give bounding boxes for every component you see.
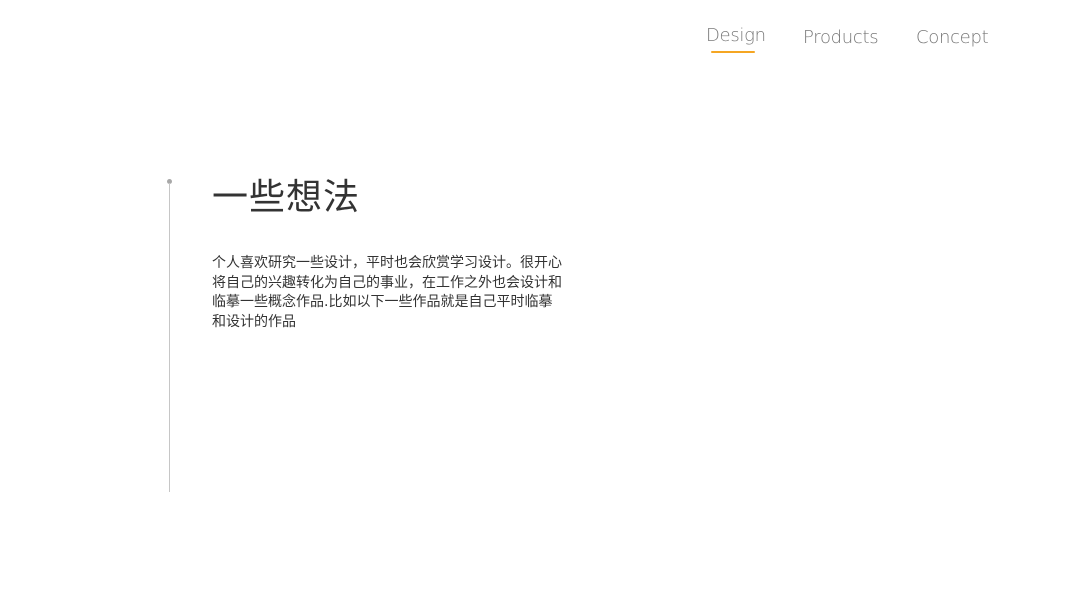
description-line: 临摹一些概念作品.比如以下一些作品就是自己平时临摹: [212, 294, 553, 311]
section-title: 一些想法: [212, 177, 361, 218]
description-line: 将自己的兴趣转化为自己的事业，在工作之外也会设计和: [212, 274, 562, 291]
nav-item-concept[interactable]: Concept: [916, 26, 989, 50]
timeline-line: [169, 183, 170, 492]
section-description: 个人喜欢研究一些设计，平时也会欣赏学习设计。很开心 将自己的兴趣转化为自己的事业…: [212, 254, 576, 332]
nav-item-design[interactable]: Design: [706, 24, 766, 48]
description-line: 个人喜欢研究一些设计，平时也会欣赏学习设计。很开心: [212, 255, 562, 271]
nav-active-underline: [711, 51, 755, 53]
top-navigation: Design Products Concept: [0, 24, 1067, 64]
description-line: 和设计的作品: [212, 313, 296, 330]
nav-item-products[interactable]: Products: [803, 26, 879, 50]
